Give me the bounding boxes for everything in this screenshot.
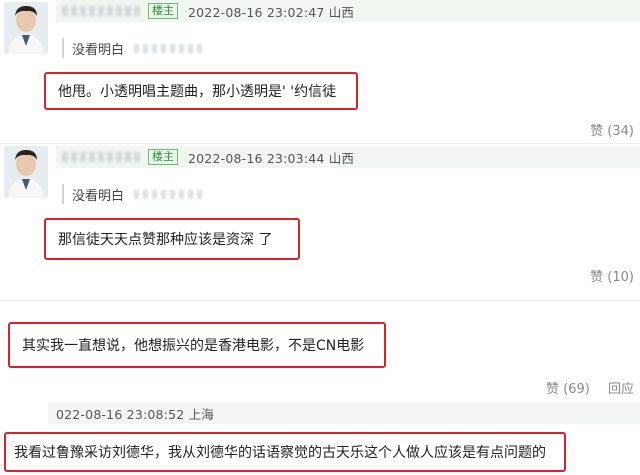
highlighted-comment-text: 我看过鲁豫采访刘德华，我从刘德华的话语察觉的古天乐这个人做人应该是有点问题的 [4, 432, 566, 472]
highlighted-comment-text: 那信徒天天点赞那种应该是资深 了 [44, 218, 300, 260]
quote-redacted [134, 43, 205, 53]
comment-meta: 2022-08-16 23:03:44 山西 [188, 150, 355, 166]
comment-actions: 赞 (69) 回应 [546, 378, 634, 397]
op-badge: 楼主 [148, 3, 178, 19]
avatar[interactable] [4, 146, 48, 198]
quote-label: 没看明白 [72, 42, 125, 58]
comment-text: 我看过鲁豫采访刘德华，我从刘德华的话语察觉的古天乐这个人做人应该是有点问题的 [14, 445, 546, 461]
avatar-image [4, 2, 48, 54]
comment-text: 其实我一直想说，他想振兴的是香港电影，不是CN电影 [22, 338, 365, 354]
comment-3: 其实我一直想说，他想振兴的是香港电影，不是CN电影 赞 (69) 回应 [0, 322, 640, 398]
comment-4: 022-08-16 23:08:52 上海 我看过鲁豫采访刘德华，我从刘德华的话… [0, 402, 640, 475]
highlighted-comment-text: 其实我一直想说，他想振兴的是香港电影，不是CN电影 [8, 322, 386, 368]
like-button[interactable]: 赞 (10) [590, 266, 634, 285]
like-button[interactable]: 赞 (69) [546, 382, 590, 397]
divider [0, 300, 640, 301]
like-button[interactable]: 赞 (34) [590, 120, 634, 139]
avatar[interactable] [4, 2, 48, 54]
comment-meta: 022-08-16 23:08:52 上海 [56, 406, 214, 422]
comment-meta: 2022-08-16 23:02:47 山西 [188, 4, 355, 20]
quote-label: 没看明白 [72, 188, 125, 204]
comment-header: 楼主 2022-08-16 23:03:44 山西 [56, 146, 640, 168]
divider [0, 143, 640, 144]
quote-redacted [134, 189, 205, 199]
comment-2: 楼主 2022-08-16 23:03:44 山西 没看明白 那信徒天天点赞那种… [0, 146, 640, 286]
comment-text: 那信徒天天点赞那种应该是资深 了 [58, 232, 273, 248]
avatar-image [4, 146, 48, 198]
quoted-reply: 没看明白 [62, 184, 205, 204]
comment-text: 他甩。小透明唱主题曲，那小透明是' '约信徒 [58, 84, 337, 100]
quoted-reply: 没看明白 [62, 38, 205, 58]
username-redacted[interactable] [62, 152, 142, 162]
highlighted-comment-text: 他甩。小透明唱主题曲，那小透明是' '约信徒 [44, 72, 358, 110]
comment-header: 022-08-16 23:08:52 上海 [48, 402, 640, 424]
op-badge: 楼主 [148, 149, 178, 165]
reply-button[interactable]: 回应 [608, 382, 634, 397]
comment-1: 楼主 2022-08-16 23:02:47 山西 没看明白 他甩。小透明唱主题… [0, 0, 640, 140]
comment-header: 楼主 2022-08-16 23:02:47 山西 [56, 0, 640, 22]
username-redacted[interactable] [62, 6, 142, 16]
